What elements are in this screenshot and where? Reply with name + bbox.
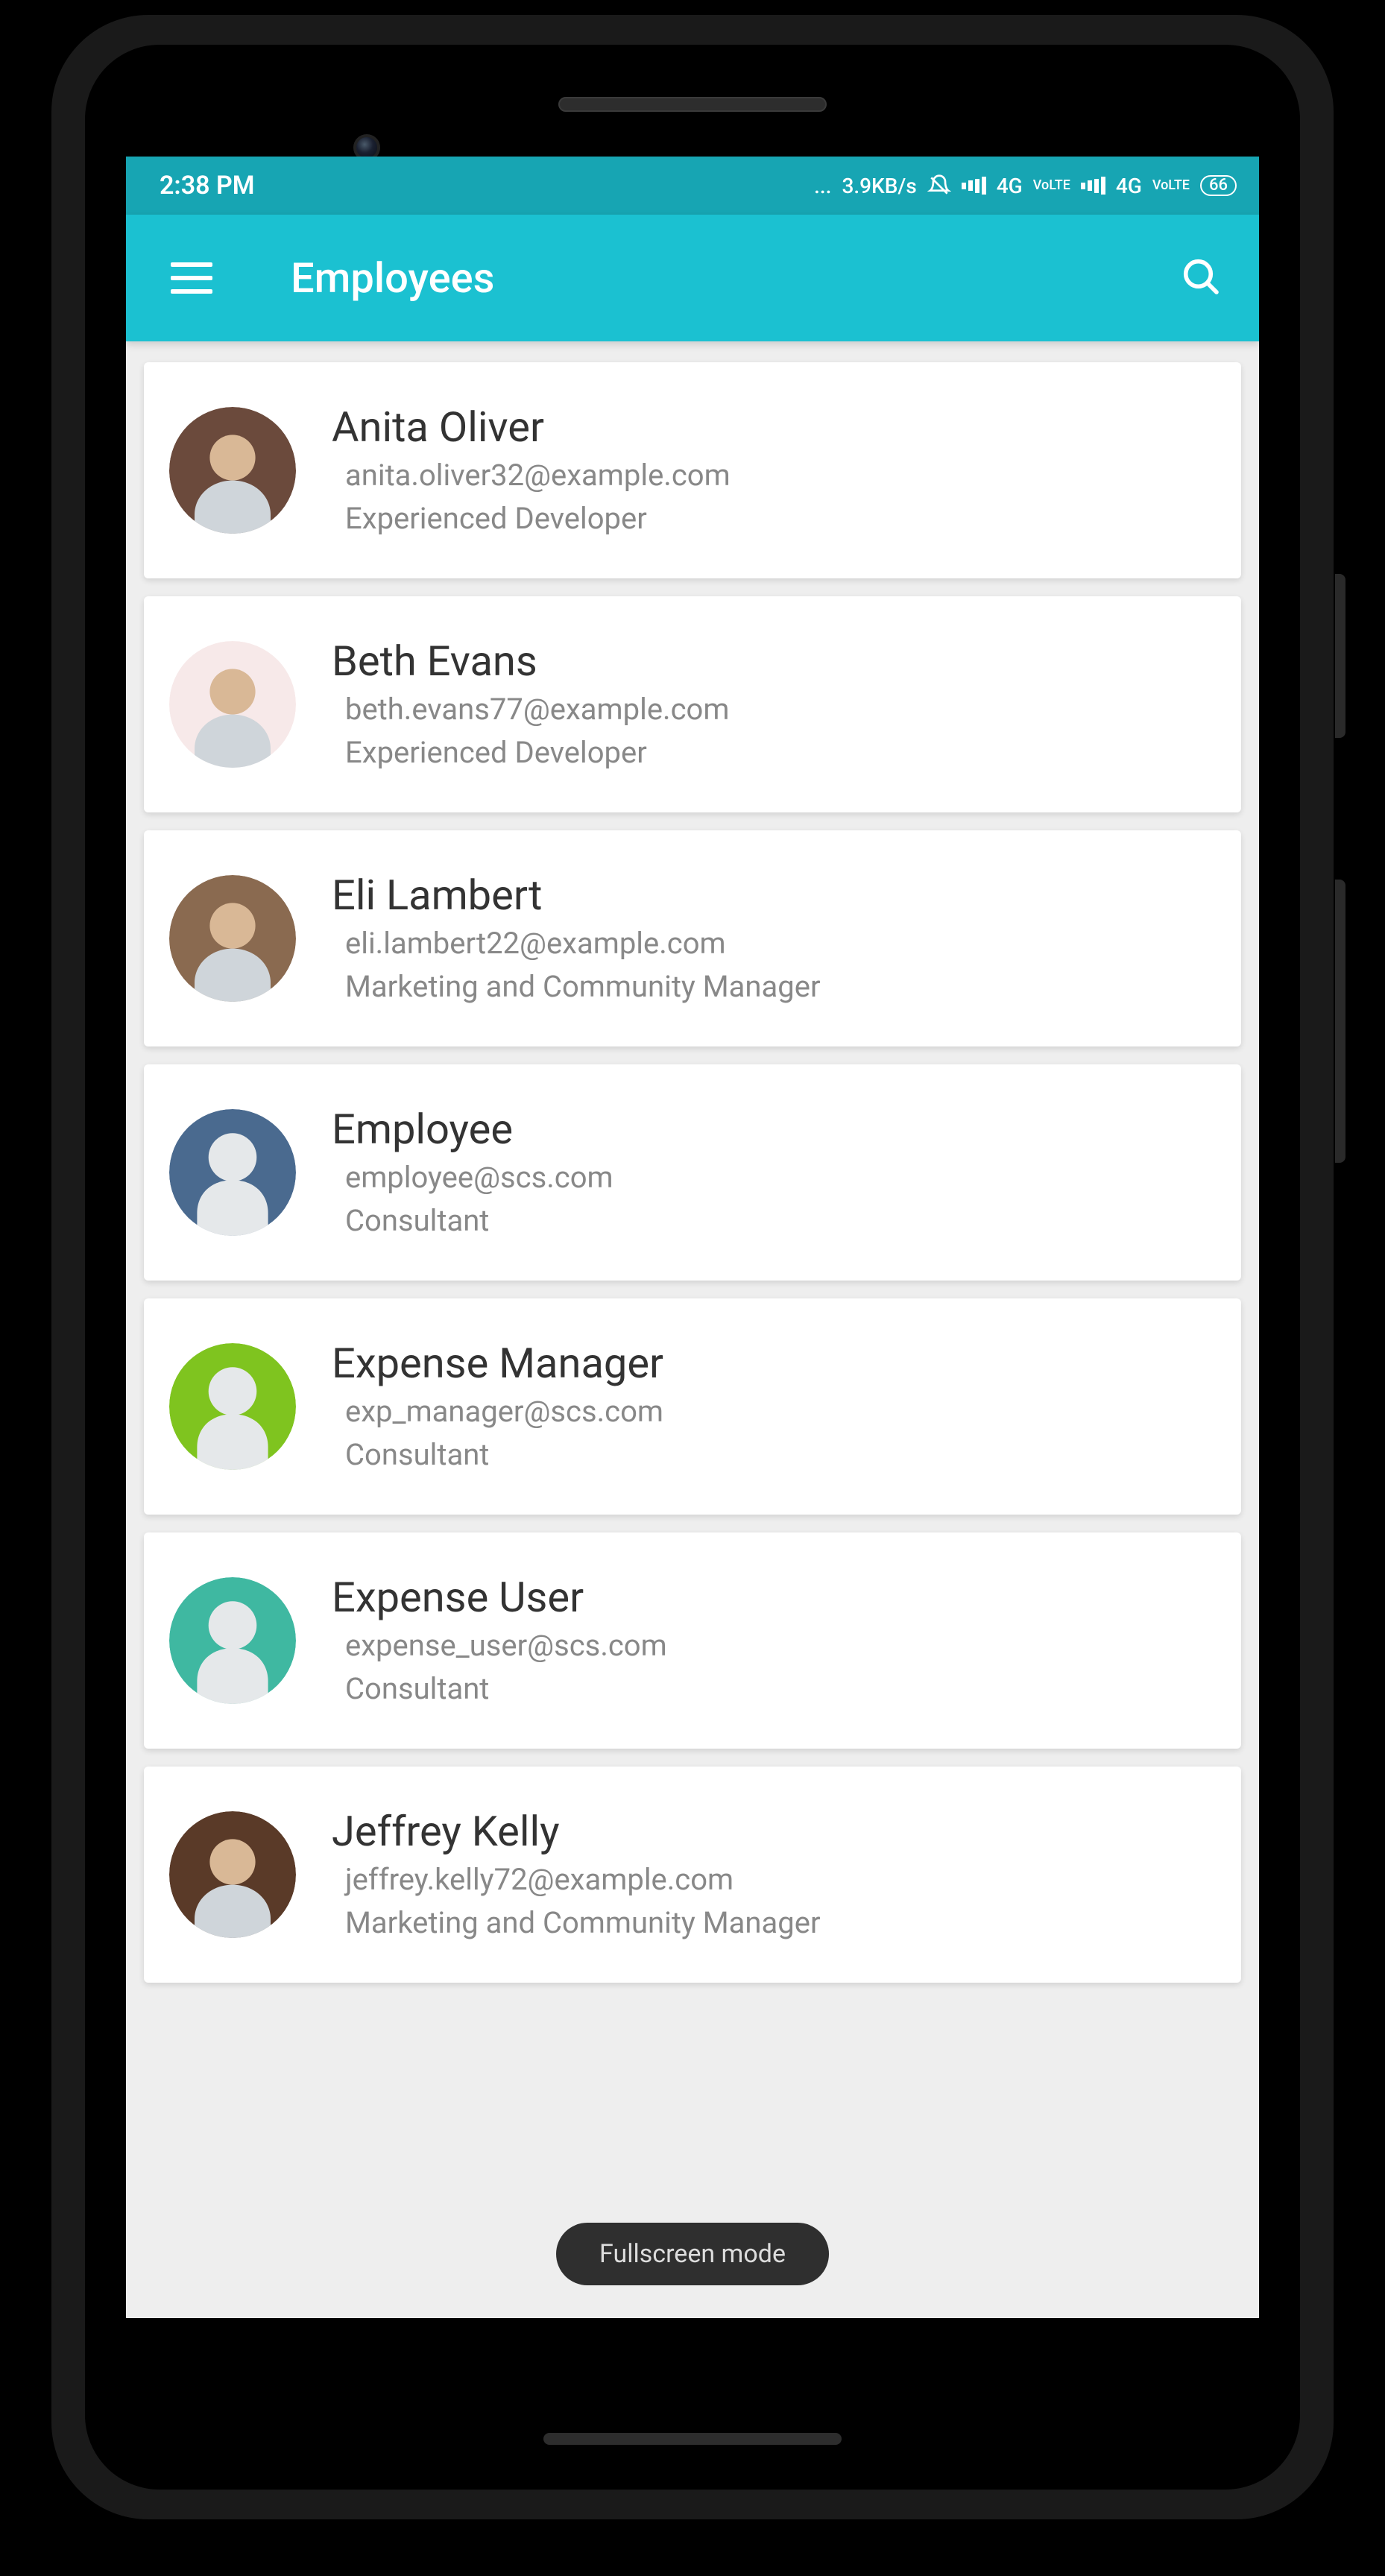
menu-icon[interactable] bbox=[171, 262, 212, 294]
phone-speaker bbox=[558, 97, 827, 112]
phone-side-button bbox=[1335, 574, 1345, 738]
screen: 2:38 PM ... 3.9KB/s 4G VoLTE 4G bbox=[126, 157, 1259, 2318]
signal-icon bbox=[1081, 177, 1105, 195]
employee-email: jeffrey.kelly72@example.com bbox=[345, 1861, 821, 1898]
employee-info: Expense User expense_user@scs.com Consulta… bbox=[332, 1573, 667, 1708]
employee-role: Consultant bbox=[345, 1202, 613, 1240]
status-net-dots: ... bbox=[814, 174, 831, 198]
employee-name: Expense User bbox=[332, 1573, 667, 1621]
employee-info: Expense Manager exp_manager@scs.com Consul… bbox=[332, 1339, 663, 1474]
employee-card[interactable]: Employee employee@scs.com Consultant bbox=[144, 1064, 1241, 1281]
employee-info: Employee employee@scs.com Consultant bbox=[332, 1105, 613, 1240]
avatar bbox=[169, 1343, 296, 1470]
employee-info: Jeffrey Kelly jeffrey.kelly72@example.com… bbox=[332, 1808, 821, 1942]
employee-email: exp_manager@scs.com bbox=[345, 1393, 663, 1430]
page-title: Employees bbox=[291, 253, 1180, 303]
employee-info: Beth Evans beth.evans77@example.com Experi… bbox=[332, 637, 729, 771]
employee-card[interactable]: Eli Lambert eli.lambert22@example.com Mark… bbox=[144, 830, 1241, 1046]
employee-role: Experienced Developer bbox=[345, 500, 731, 537]
dnd-icon bbox=[927, 174, 951, 198]
status-bar: 2:38 PM ... 3.9KB/s 4G VoLTE 4G bbox=[126, 157, 1259, 215]
search-icon[interactable] bbox=[1180, 256, 1222, 300]
status-volte-1: VoLTE bbox=[1033, 179, 1070, 192]
employee-role: Experienced Developer bbox=[345, 734, 729, 771]
avatar bbox=[169, 1577, 296, 1704]
avatar bbox=[169, 1109, 296, 1236]
fullscreen-toast: Fullscreen mode bbox=[556, 2223, 829, 2285]
status-net-speed: 3.9KB/s bbox=[842, 174, 916, 198]
status-net-2: 4G bbox=[1116, 174, 1142, 198]
phone-bezel: 2:38 PM ... 3.9KB/s 4G VoLTE 4G bbox=[85, 45, 1300, 2490]
employee-name: Eli Lambert bbox=[332, 871, 821, 919]
employee-role: Marketing and Community Manager bbox=[345, 1904, 821, 1942]
employee-info: Anita Oliver anita.oliver32@example.com Ex… bbox=[332, 403, 731, 537]
avatar bbox=[169, 641, 296, 768]
employee-card[interactable]: Jeffrey Kelly jeffrey.kelly72@example.com… bbox=[144, 1767, 1241, 1983]
employee-email: eli.lambert22@example.com bbox=[345, 925, 821, 962]
employee-name: Expense Manager bbox=[332, 1339, 663, 1387]
employee-card[interactable]: Anita Oliver anita.oliver32@example.com Ex… bbox=[144, 362, 1241, 578]
employee-role: Consultant bbox=[345, 1670, 667, 1708]
toast-text: Fullscreen mode bbox=[599, 2239, 786, 2269]
status-right: ... 3.9KB/s 4G VoLTE 4G VoLTE 66 bbox=[814, 174, 1237, 198]
avatar bbox=[169, 1811, 296, 1938]
employee-name: Employee bbox=[332, 1105, 613, 1153]
signal-icon bbox=[962, 177, 986, 195]
battery-icon: 66 bbox=[1200, 175, 1237, 196]
phone-frame: 2:38 PM ... 3.9KB/s 4G VoLTE 4G bbox=[51, 15, 1334, 2519]
employee-email: expense_user@scs.com bbox=[345, 1627, 667, 1664]
status-net-1: 4G bbox=[997, 174, 1023, 198]
employee-list[interactable]: Anita Oliver anita.oliver32@example.com Ex… bbox=[126, 341, 1259, 2318]
employee-email: anita.oliver32@example.com bbox=[345, 457, 731, 494]
phone-speaker-bottom bbox=[543, 2433, 842, 2445]
employee-card[interactable]: Expense Manager exp_manager@scs.com Consul… bbox=[144, 1298, 1241, 1515]
employee-role: Marketing and Community Manager bbox=[345, 968, 821, 1006]
employee-card[interactable]: Beth Evans beth.evans77@example.com Experi… bbox=[144, 596, 1241, 812]
employee-role: Consultant bbox=[345, 1436, 663, 1474]
avatar bbox=[169, 407, 296, 534]
phone-side-button bbox=[1335, 880, 1345, 1163]
avatar bbox=[169, 875, 296, 1002]
app-bar: Employees bbox=[126, 215, 1259, 341]
status-volte-2: VoLTE bbox=[1152, 179, 1190, 192]
employee-email: beth.evans77@example.com bbox=[345, 691, 729, 728]
employee-info: Eli Lambert eli.lambert22@example.com Mark… bbox=[332, 871, 821, 1006]
employee-card[interactable]: Expense User expense_user@scs.com Consulta… bbox=[144, 1532, 1241, 1749]
status-time: 2:38 PM bbox=[160, 171, 255, 201]
employee-email: employee@scs.com bbox=[345, 1159, 613, 1196]
employee-name: Jeffrey Kelly bbox=[332, 1808, 821, 1855]
employee-name: Anita Oliver bbox=[332, 403, 731, 451]
employee-name: Beth Evans bbox=[332, 637, 729, 685]
